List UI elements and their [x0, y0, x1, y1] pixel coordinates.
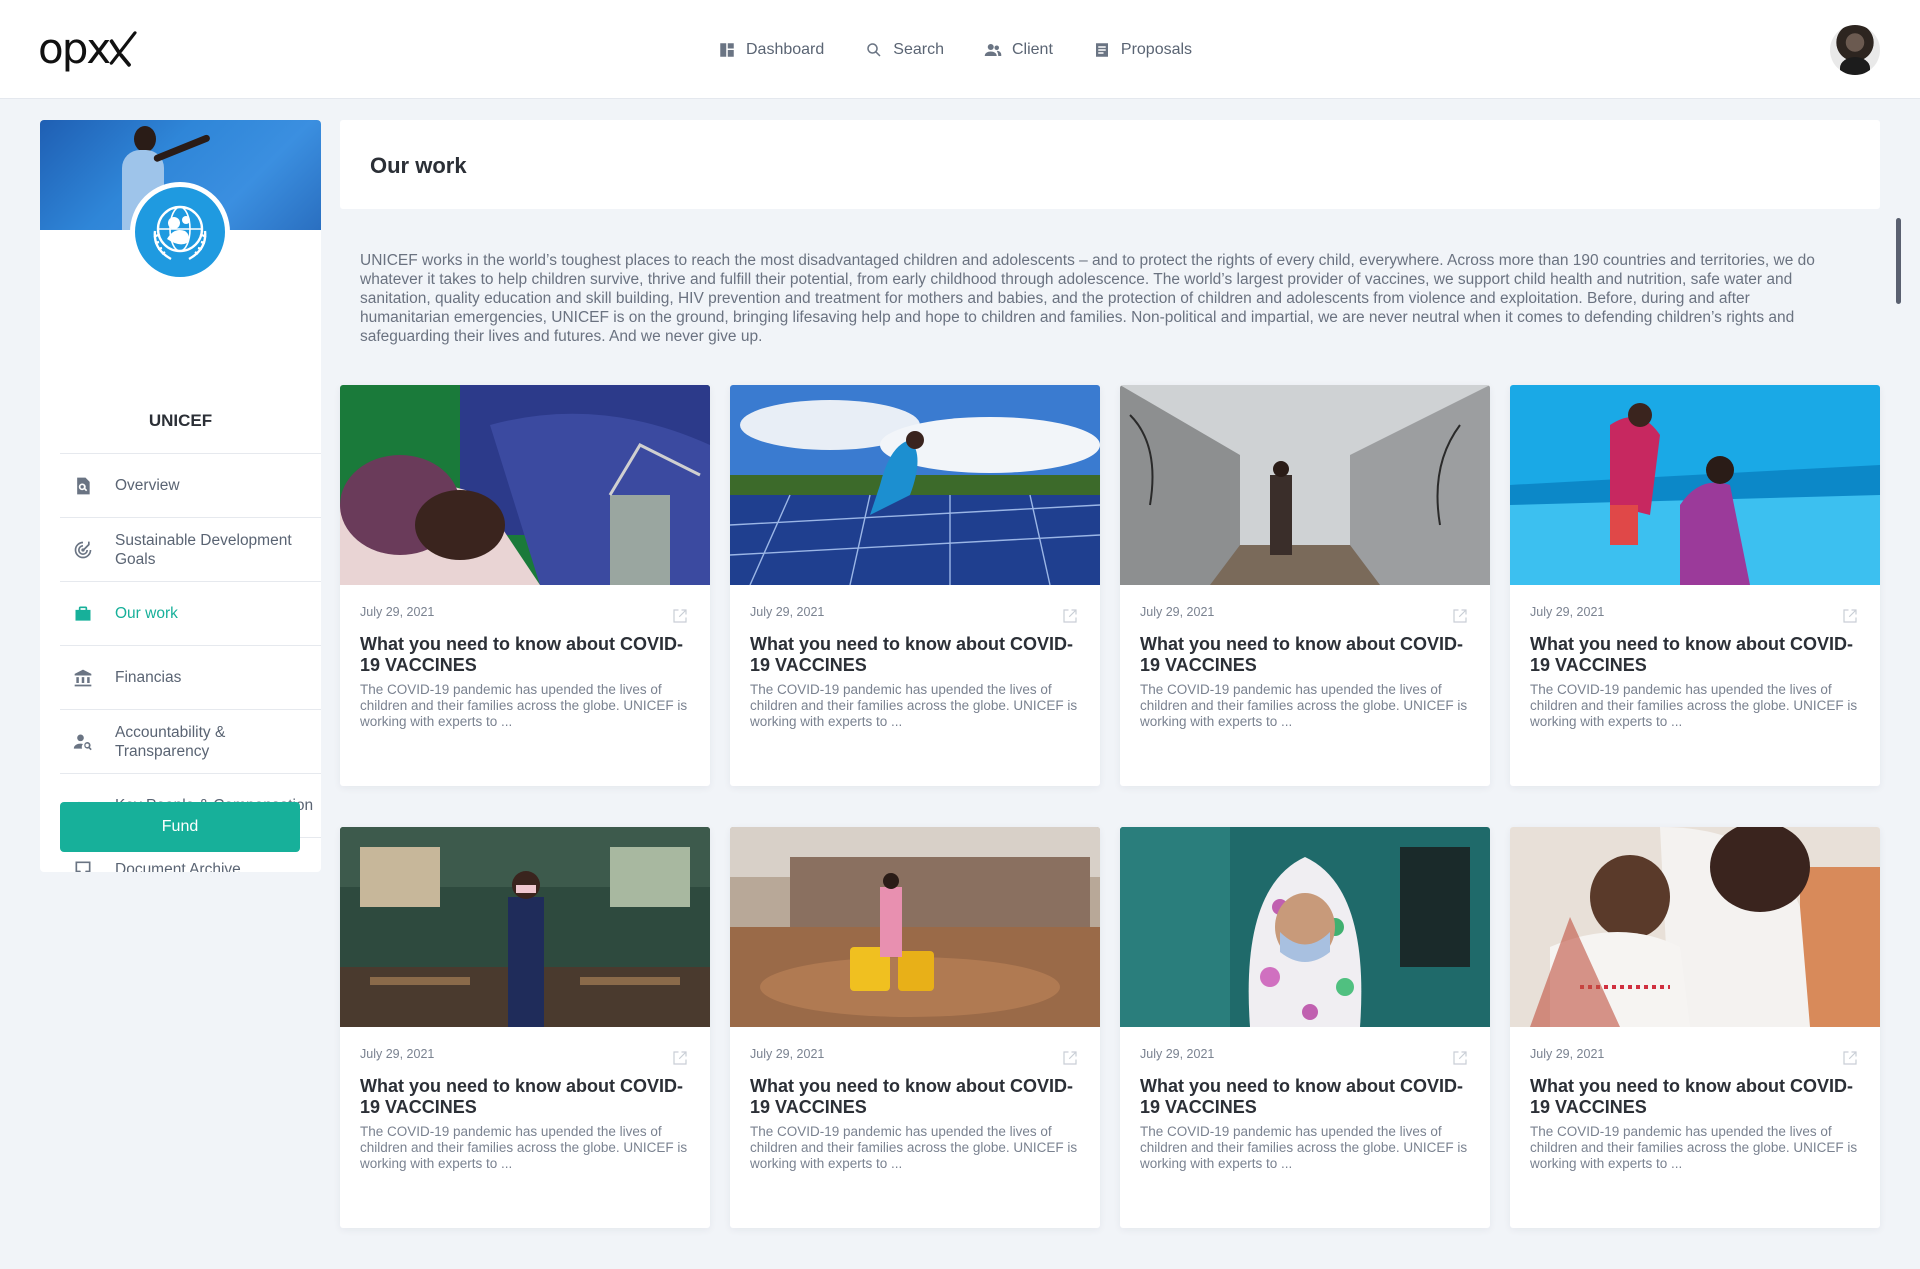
card-excerpt: The COVID-19 pandemic has upended the li…: [1530, 1124, 1858, 1171]
briefcase-icon: [72, 603, 94, 625]
archive-icon: [72, 858, 94, 872]
card-excerpt: The COVID-19 pandemic has upended the li…: [1140, 1124, 1468, 1171]
nav-proposals[interactable]: Proposals: [1093, 41, 1192, 59]
unicef-emblem-icon: [153, 205, 207, 261]
external-link-icon[interactable]: [1841, 607, 1859, 625]
work-card[interactable]: July 29, 2021 What you need to know abou…: [1510, 827, 1880, 1228]
nav-dashboard-label: Dashboard: [746, 41, 825, 58]
sidebar-item-label: Overview: [115, 477, 180, 494]
document-icon: [1095, 43, 1108, 57]
work-card[interactable]: July 29, 2021 What you need to know abou…: [730, 385, 1100, 786]
scrollbar-thumb[interactable]: [1896, 218, 1901, 304]
sidebar-item-accountability[interactable]: Accountability & Transparency: [60, 709, 321, 773]
nav-client-label: Client: [1011, 41, 1053, 58]
card-excerpt: The COVID-19 pandemic has upended the li…: [1140, 682, 1468, 729]
work-card[interactable]: July 29, 2021 What you need to know abou…: [1120, 827, 1490, 1228]
user-avatar[interactable]: [1830, 25, 1880, 75]
card-excerpt: The COVID-19 pandemic has upended the li…: [1530, 682, 1858, 729]
card-date: July 29, 2021: [750, 1047, 825, 1061]
sidebar-item-sdg[interactable]: Sustainable Development Goals: [60, 517, 321, 581]
card-title: What you need to know about COVID-19 VAC…: [1140, 1076, 1463, 1117]
sidebar-item-label: Financias: [115, 669, 182, 686]
sidebar-item-our-work[interactable]: Our work: [60, 581, 321, 645]
sidebar-item-label: Document Archive: [115, 860, 241, 873]
work-card[interactable]: July 29, 2021 What you need to know abou…: [1510, 385, 1880, 786]
card-title: What you need to know about COVID-19 VAC…: [1530, 634, 1853, 675]
external-link-icon[interactable]: [1061, 1049, 1079, 1067]
search-icon: [867, 43, 881, 57]
nav-proposals-label: Proposals: [1120, 41, 1193, 58]
card-excerpt: The COVID-19 pandemic has upended the li…: [360, 682, 688, 729]
target-icon: [72, 539, 94, 561]
org-sidebar: UNICEF Overview Sustainable Development …: [40, 120, 321, 872]
work-card[interactable]: July 29, 2021 What you need to know abou…: [340, 385, 710, 786]
unicef-logo: [130, 182, 230, 282]
card-date: July 29, 2021: [1140, 1047, 1215, 1061]
card-title: What you need to know about COVID-19 VAC…: [750, 1076, 1073, 1117]
overview-icon: [72, 475, 94, 497]
page-description: UNICEF works in the world’s toughest pla…: [360, 252, 1815, 345]
card-title: What you need to know about COVID-19 VAC…: [1140, 634, 1463, 675]
org-name: UNICEF: [148, 411, 213, 430]
bank-icon: [72, 667, 94, 689]
fund-button[interactable]: Fund: [60, 802, 300, 852]
person-search-icon: [72, 731, 94, 753]
sidebar-item-label: Accountability & Transparency: [115, 723, 226, 760]
card-title: What you need to know about COVID-19 VAC…: [1530, 1076, 1853, 1117]
card-excerpt: The COVID-19 pandemic has upended the li…: [750, 682, 1078, 729]
page-header: Our work: [340, 120, 1880, 209]
card-image: [340, 385, 710, 585]
people-icon: [984, 44, 1002, 56]
card-image: [730, 827, 1100, 1027]
external-link-icon[interactable]: [1451, 1049, 1469, 1067]
card-date: July 29, 2021: [1140, 605, 1215, 619]
sidebar-item-financias[interactable]: Financias: [60, 645, 321, 709]
card-excerpt: The COVID-19 pandemic has upended the li…: [360, 1124, 688, 1171]
logo-text: opx: [38, 24, 111, 73]
card-image: [1120, 827, 1490, 1027]
card-date: July 29, 2021: [360, 1047, 435, 1061]
external-link-icon[interactable]: [671, 1049, 689, 1067]
external-link-icon[interactable]: [1841, 1049, 1859, 1067]
card-image: [1510, 827, 1880, 1027]
card-image: [1120, 385, 1490, 585]
top-bar: opx Dashboard Search Client Proposals: [0, 0, 1920, 99]
external-link-icon[interactable]: [1451, 607, 1469, 625]
nav-dashboard[interactable]: Dashboard: [718, 41, 824, 59]
nav-client[interactable]: Client: [984, 41, 1053, 59]
card-title: What you need to know about COVID-19 VAC…: [360, 634, 683, 675]
card-excerpt: The COVID-19 pandemic has upended the li…: [750, 1124, 1078, 1171]
main-nav: Dashboard Search Client Proposals: [718, 36, 1192, 64]
sidebar-item-label: Sustainable Development Goals: [115, 531, 292, 568]
page-title: Our work: [370, 153, 467, 178]
card-date: July 29, 2021: [750, 605, 825, 619]
dashboard-icon: [720, 43, 734, 57]
app-logo[interactable]: opx: [38, 24, 137, 73]
work-card[interactable]: July 29, 2021 What you need to know abou…: [1120, 385, 1490, 786]
sidebar-item-overview[interactable]: Overview: [60, 453, 321, 517]
work-card[interactable]: July 29, 2021 What you need to know abou…: [340, 827, 710, 1228]
card-title: What you need to know about COVID-19 VAC…: [750, 634, 1073, 675]
external-link-icon[interactable]: [671, 607, 689, 625]
card-image: [730, 385, 1100, 585]
card-image: [340, 827, 710, 1027]
external-link-icon[interactable]: [1061, 607, 1079, 625]
nav-search-label: Search: [893, 41, 944, 58]
sidebar-item-label: Our work: [115, 605, 178, 622]
card-date: July 29, 2021: [1530, 1047, 1605, 1061]
card-image: [1510, 385, 1880, 585]
logo-x-mark: [109, 31, 137, 67]
card-date: July 29, 2021: [360, 605, 435, 619]
card-title: What you need to know about COVID-19 VAC…: [360, 1076, 683, 1117]
nav-search[interactable]: Search: [865, 41, 944, 59]
work-card[interactable]: July 29, 2021 What you need to know abou…: [730, 827, 1100, 1228]
card-date: July 29, 2021: [1530, 605, 1605, 619]
